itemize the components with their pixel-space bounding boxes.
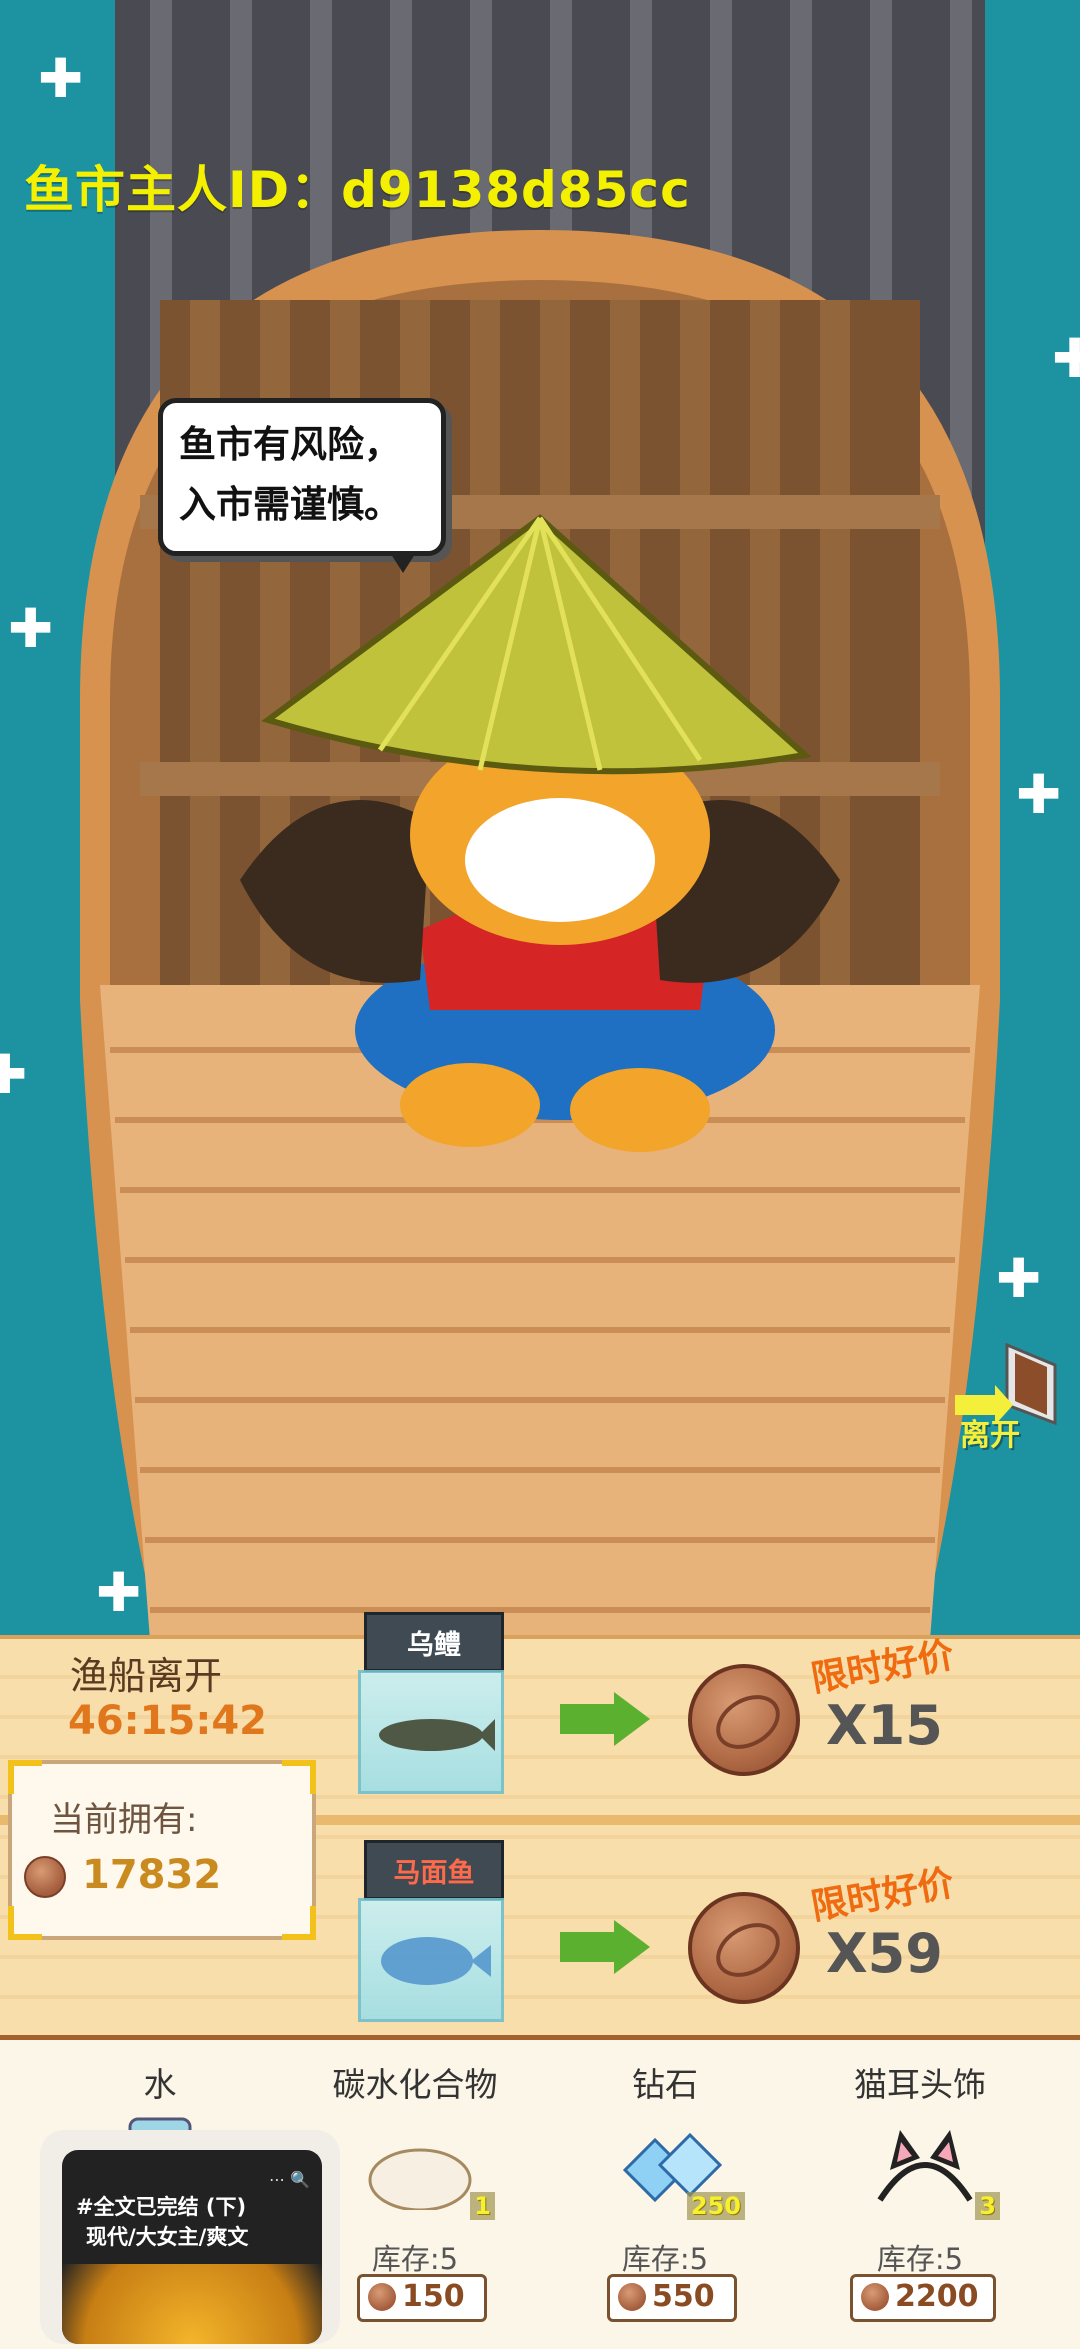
video-caption-line: 现代/大女主/爽文 xyxy=(86,2225,249,2249)
shop-item-name: 钻石 xyxy=(632,2065,698,2104)
limited-price-label: 限时好价 xyxy=(808,1634,958,1701)
video-caption-line: #全文已完结 (下) xyxy=(76,2195,247,2219)
shop-item-price-button[interactable]: 2200 xyxy=(850,2274,996,2322)
sparkle-icon: ✚ xyxy=(1052,327,1080,390)
sparkle-icon: ✚ xyxy=(96,1561,142,1624)
boat-leave-timer: 46:15:42 xyxy=(68,1698,267,1744)
currency-label: 当前拥有: xyxy=(50,1800,198,1840)
fishing-boat-illustration xyxy=(80,0,1000,1640)
sparkle-icon: ✚ xyxy=(38,47,84,110)
shop-item-stock: 库存:5 xyxy=(876,2242,964,2276)
speech-bubble-tail xyxy=(389,551,417,573)
shop-item-price-button[interactable]: 550 xyxy=(607,2274,737,2322)
shop-item-count: 250 xyxy=(686,2192,745,2220)
speech-bubble-text: 鱼市有风险， 入市需谨慎。 xyxy=(179,423,401,526)
snakehead-fish-icon xyxy=(379,1719,495,1751)
fish-tank: 马面鱼 xyxy=(358,1840,504,2022)
currency-value: 17832 xyxy=(82,1852,222,1898)
coin-icon xyxy=(618,2283,646,2311)
boat-leave-label: 渔船离开 xyxy=(70,1654,223,1698)
shop-item-name: 碳水化合物 xyxy=(332,2065,498,2104)
video-caption: #全文已完结 (下) 现代/大女主/爽文 xyxy=(76,2192,248,2252)
limited-price-label: 限时好价 xyxy=(808,1862,958,1929)
filefish-icon xyxy=(381,1937,491,1985)
coin-icon xyxy=(861,2283,889,2311)
leave-button-label[interactable]: 离开 xyxy=(960,1410,1020,1454)
shop-item-cat-ears[interactable]: 猫耳头饰 3 库存:5 2200 xyxy=(800,2040,1040,2349)
coin-quantity: X59 xyxy=(826,1922,943,1985)
shop-item-name: 水 xyxy=(143,2065,177,2104)
steamed-bun-icon xyxy=(368,2148,472,2210)
trade-row[interactable]: 乌鳢 限时好价 X15 xyxy=(350,1612,1050,1812)
coin-icon xyxy=(368,2283,396,2311)
fish-name: 马面鱼 xyxy=(393,1858,475,1889)
floating-video-player[interactable]: ⋯ 🔍 #全文已完结 (下) 现代/大女主/爽文 xyxy=(62,2150,322,2344)
shop-item-price: 2200 xyxy=(895,2279,979,2314)
shop-item-count: 3 xyxy=(975,2192,1000,2220)
sparkle-icon: ✚ xyxy=(0,1043,28,1106)
trade-row[interactable]: 马面鱼 限时好价 X59 xyxy=(350,1840,1050,2040)
fish-market-owner-id: 鱼市主人ID：d9138d85cc xyxy=(24,161,691,219)
sparkle-icon: ✚ xyxy=(8,597,54,660)
shop-item-name: 猫耳头饰 xyxy=(854,2065,986,2104)
shop-item-stock: 库存:5 xyxy=(621,2242,709,2276)
fish-tank: 乌鳢 xyxy=(358,1612,504,1794)
coin-icon xyxy=(24,1856,66,1898)
game-scene: ✚ ✚ ✚ ✚ ✚ ✚ ✚ xyxy=(0,0,1080,1640)
sparkle-icon: ✚ xyxy=(996,1247,1042,1310)
shop-item-count: 1 xyxy=(470,2192,495,2220)
video-thumbnail xyxy=(62,2264,322,2344)
shop-item-price-button[interactable]: 150 xyxy=(357,2274,487,2322)
fish-coin-icon xyxy=(688,1892,800,2004)
shop-item-diamond[interactable]: 钻石 250 库存:5 550 xyxy=(545,2040,785,2349)
fish-name: 乌鳢 xyxy=(407,1630,461,1661)
cat-ear-headband-icon xyxy=(877,2130,973,2202)
currency-box xyxy=(8,1760,316,1940)
fish-coin-icon xyxy=(688,1664,800,1776)
shop-item-price: 550 xyxy=(652,2279,715,2314)
video-controls[interactable]: ⋯ 🔍 xyxy=(269,2170,310,2189)
coin-quantity: X15 xyxy=(826,1694,943,1757)
shop-item-price: 150 xyxy=(402,2279,465,2314)
speech-bubble: 鱼市有风险， 入市需谨慎。 xyxy=(158,398,446,573)
sparkle-icon: ✚ xyxy=(1016,763,1062,826)
